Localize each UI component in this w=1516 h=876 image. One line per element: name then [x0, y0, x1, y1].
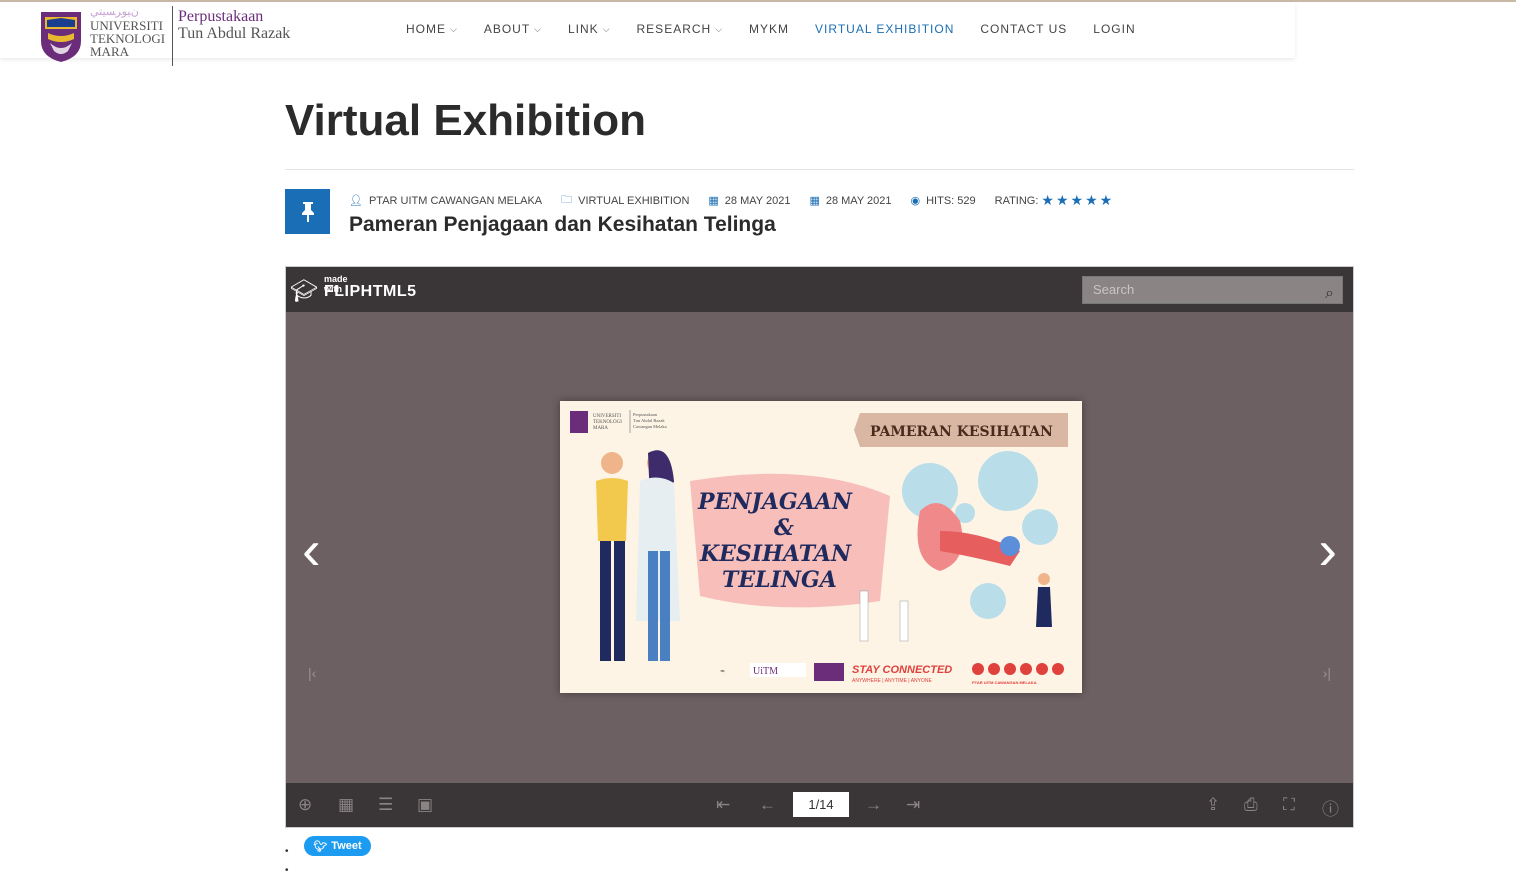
- twitter-bird-icon: 🐦︎: [313, 840, 328, 853]
- thumbnails-icon[interactable]: ▦: [338, 795, 354, 815]
- site-header: ﻥﯿﻮﺮﺴﻴﺘﻲ UNIVERSITI TEKNOLOGI MARA Perpu…: [0, 2, 1295, 66]
- pin-icon: [285, 189, 330, 234]
- rating-stars[interactable]: ★★★★★: [1041, 192, 1114, 209]
- next-page-arrow[interactable]: ›: [1318, 517, 1337, 582]
- tweet-button[interactable]: 🐦︎ Tweet: [304, 836, 371, 856]
- last-page-arrow[interactable]: ›|: [1323, 665, 1331, 681]
- svg-text:Cawangan Melaka: Cawangan Melaka: [633, 424, 667, 429]
- prev-page-icon[interactable]: ←: [759, 795, 776, 815]
- svg-text:ANYWHERE | ANYTIME | ANYONE: ANYWHERE | ANYTIME | ANYONE: [852, 678, 932, 684]
- chevron-down-icon: ⌵: [715, 23, 724, 34]
- svg-text:Perpustakaan: Perpustakaan: [633, 412, 658, 417]
- info-icon[interactable]: ⓘ: [1322, 795, 1339, 820]
- svg-text:PAMERAN KESIHATAN: PAMERAN KESIHATAN: [870, 424, 1053, 440]
- svg-text:STAY CONNECTED: STAY CONNECTED: [852, 664, 952, 676]
- nav-mykm[interactable]: MYKM: [749, 22, 789, 36]
- nav-login[interactable]: LOGIN: [1093, 22, 1135, 36]
- svg-text:UNIVERSITI: UNIVERSITI: [593, 414, 621, 419]
- list-bullet: •: [285, 865, 289, 876]
- page-title: Virtual Exhibition: [285, 96, 647, 145]
- flipbook-viewer: 🎓︎ made with FLIPHTML5 Search ⌕ ‹ › |‹ ›…: [285, 266, 1354, 828]
- fullscreen-icon[interactable]: ⛶: [1283, 795, 1295, 815]
- title-divider: [285, 169, 1354, 170]
- first-page-arrow[interactable]: |‹: [308, 665, 316, 681]
- calendar-icon: ▦: [708, 195, 719, 207]
- print-icon[interactable]: ⎙: [1244, 795, 1258, 815]
- graduation-cap-icon: 🎓︎: [290, 278, 318, 303]
- viewer-search-input[interactable]: Search ⌕: [1082, 276, 1343, 304]
- flipbook-cover-page[interactable]: UNIVERSITI TEKNOLOGI MARA Perpustakaan T…: [560, 401, 1082, 693]
- uitm-shield-icon: [41, 12, 81, 62]
- calendar-icon: ▦: [809, 195, 820, 207]
- nav-research[interactable]: RESEARCH ⌵: [637, 22, 724, 36]
- nav-contact-us[interactable]: CONTACT US: [980, 22, 1067, 36]
- svg-text:≈: ≈: [720, 668, 725, 675]
- viewer-toolbar-top: 🎓︎ made with FLIPHTML5 Search ⌕: [286, 267, 1353, 312]
- meta-author[interactable]: 👤︎ PTAR UITM CAWANGAN MELAKA: [349, 191, 542, 210]
- main-nav: HOME ⌵ ABOUT ⌵ LINK ⌵ RESEARCH ⌵ MYKM VIRTUA…: [406, 22, 1162, 36]
- share-icon[interactable]: ⇪: [1206, 795, 1220, 815]
- folder-icon: 🗀: [561, 194, 573, 206]
- nav-about[interactable]: ABOUT ⌵: [484, 22, 542, 36]
- prev-page-arrow[interactable]: ‹: [302, 517, 321, 582]
- svg-text:UiTM: UiTM: [753, 666, 778, 677]
- search-icon[interactable]: ⌕: [1325, 281, 1334, 307]
- first-page-icon[interactable]: ⇤: [716, 795, 730, 815]
- svg-text:PTAR UITM CAWANGAN MELAKA: PTAR UITM CAWANGAN MELAKA: [972, 680, 1037, 685]
- zoom-in-icon[interactable]: ⊕: [298, 795, 312, 815]
- chevron-down-icon: ⌵: [534, 23, 542, 34]
- logo-divider: [172, 6, 173, 66]
- bookmark-icon[interactable]: ▣: [417, 795, 433, 815]
- svg-text:&: &: [774, 515, 794, 541]
- meta-hits: ◉ HITS: 529: [910, 194, 976, 208]
- last-page-icon[interactable]: ⇥: [906, 795, 920, 815]
- university-name: ﻥﯿﻮﺮﺴﻴﺘﻲ UNIVERSITI TEKNOLOGI MARA: [90, 6, 166, 59]
- chevron-down-icon: ⌵: [450, 23, 458, 34]
- eye-icon: ◉: [910, 195, 921, 207]
- svg-text:Tun Abdul Razak: Tun Abdul Razak: [633, 418, 665, 423]
- svg-text:KESIHATAN: KESIHATAN: [699, 541, 852, 567]
- nav-home[interactable]: HOME ⌵: [406, 22, 458, 36]
- page-number-input[interactable]: 1/14: [793, 792, 849, 817]
- article-meta: 👤︎ PTAR UITM CAWANGAN MELAKA 🗀 VIRTUAL EXH…: [349, 191, 1133, 210]
- nav-virtual-exhibition[interactable]: VIRTUAL EXHIBITION: [815, 22, 954, 36]
- list-bullet: •: [285, 846, 289, 857]
- svg-text:TELINGA: TELINGA: [722, 567, 837, 593]
- next-page-icon[interactable]: →: [865, 795, 882, 815]
- svg-text:MARA: MARA: [593, 426, 608, 431]
- library-name: Perpustakaan Tun Abdul Razak: [178, 8, 291, 42]
- user-icon: 👤︎: [349, 195, 363, 207]
- meta-rating: RATING: ★★★★★: [994, 192, 1115, 209]
- viewer-toolbar-bottom: ⊕ ▦ ☰ ▣ ⇤ ← 1/14 → ⇥ ⇪ ⎙ ⛶ ⓘ: [286, 783, 1353, 827]
- article-title: Pameran Penjagaan dan Kesihatan Telinga: [349, 213, 776, 236]
- nav-link[interactable]: LINK ⌵: [568, 22, 611, 36]
- site-logo[interactable]: ﻥﯿﻮﺮﺴﻴﺘﻲ UNIVERSITI TEKNOLOGI MARA Perpu…: [36, 6, 316, 66]
- svg-text:TEKNOLOGI: TEKNOLOGI: [593, 420, 622, 425]
- svg-text:PENJAGAAN: PENJAGAAN: [697, 489, 853, 515]
- meta-category[interactable]: 🗀 VIRTUAL EXHIBITION: [561, 191, 689, 210]
- meta-date-created: ▦ 28 MAY 2021: [708, 194, 791, 208]
- table-of-contents-icon[interactable]: ☰: [378, 795, 393, 815]
- meta-date-published: ▦ 28 MAY 2021: [809, 194, 892, 208]
- chevron-down-icon: ⌵: [602, 23, 611, 34]
